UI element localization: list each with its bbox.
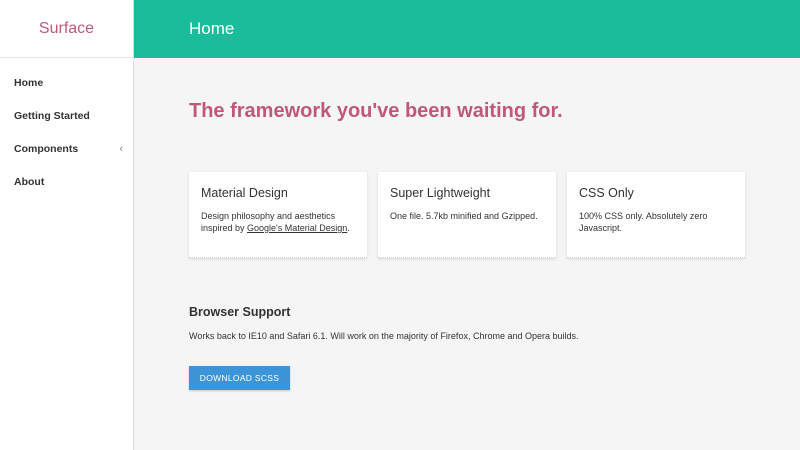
feature-card-lightweight: Super Lightweight One file. 5.7kb minifi… [378,172,556,258]
sidebar-item-home[interactable]: Home [0,66,133,99]
chevron-left-icon: ‹ [119,142,123,155]
sidebar-item-getting-started[interactable]: Getting Started [0,99,133,132]
download-scss-button[interactable]: DOWNLOAD SCSS [189,366,290,390]
card-text: 100% CSS only. Absolutely zero Javascrip… [579,211,708,233]
feature-card-css-only: CSS Only 100% CSS only. Absolutely zero … [567,172,745,258]
browser-support-text: Works back to IE10 and Safari 6.1. Will … [189,331,579,341]
sidebar-item-components[interactable]: Components ‹ [0,132,133,165]
sidebar-item-label: About [14,175,45,188]
sidebar-nav: Home Getting Started Components ‹ About [0,58,133,198]
sidebar-item-label: Home [14,76,44,89]
card-title: Material Design [201,186,288,200]
card-text-after: . [347,223,350,233]
card-text: One file. 5.7kb minified and Gzipped. [390,211,538,221]
top-bar: Home [134,0,800,58]
material-design-link[interactable]: Google's Material Design [247,223,347,233]
card-text: Design philosophy and aesthetics inspire… [201,210,355,234]
headline: The framework you've been waiting for. [189,100,563,122]
sidebar-item-label: Getting Started [14,109,90,122]
brand-logo[interactable]: Surface [0,0,133,58]
sidebar: Surface Home Getting Started Components … [0,0,134,450]
card-title: CSS Only [579,186,634,200]
sidebar-item-about[interactable]: About [0,165,133,198]
main-content: The framework you've been waiting for. M… [134,58,800,450]
page-title: Home [189,19,235,38]
browser-support-title: Browser Support [189,305,291,319]
feature-card-material-design: Material Design Design philosophy and ae… [189,172,367,258]
sidebar-item-label: Components [14,142,79,155]
card-title: Super Lightweight [390,186,491,200]
